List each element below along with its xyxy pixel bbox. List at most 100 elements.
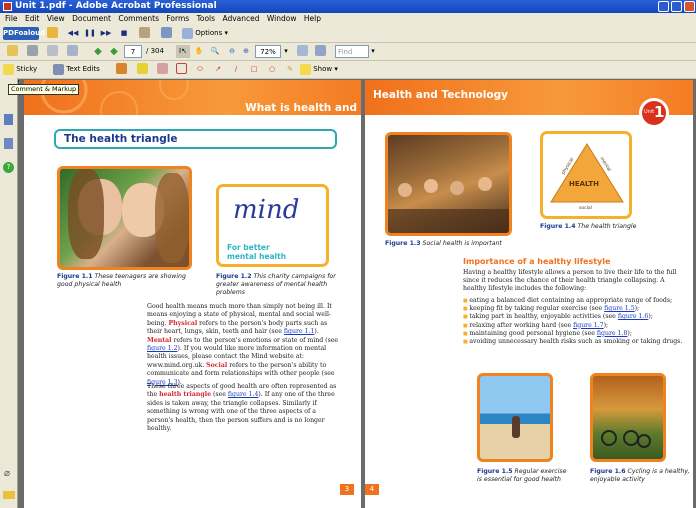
key-term: Mental — [147, 336, 172, 344]
figure-1-4-caption: Figure 1.4 The health triangle — [540, 223, 637, 230]
stamp-icon[interactable] — [112, 63, 130, 76]
key-term: Social — [206, 361, 228, 369]
page-number-3: 3 — [340, 484, 354, 495]
highlighter-icon[interactable] — [136, 63, 148, 76]
text-run: ); — [634, 305, 640, 313]
page-number-input[interactable]: 7 — [124, 45, 142, 58]
text-run: ); — [627, 329, 632, 337]
callout-icon[interactable] — [156, 63, 168, 76]
lifestyle-list-item: ■ taking part in healthy, enjoyable acti… — [463, 313, 689, 321]
pencil-icon[interactable]: ✎ — [284, 63, 296, 76]
forward-icon[interactable]: ▶▶ — [100, 27, 112, 40]
text-run: taking part in healthy, enjoyable activi… — [469, 313, 618, 321]
speaker-icon[interactable] — [46, 27, 58, 40]
minimize-button[interactable] — [658, 1, 669, 12]
menu-advanced[interactable]: Advanced — [222, 14, 259, 23]
text-run: relaxing after working hard (see — [469, 321, 574, 329]
maximize-button[interactable] — [671, 1, 682, 12]
figure-link[interactable]: figure 1.1 — [284, 328, 315, 335]
page4-header-band: Health and Technology Unit 1 — [365, 80, 693, 128]
previous-page-icon[interactable]: ◆ — [92, 45, 104, 58]
unit-badge: Unit 1 — [639, 98, 669, 128]
show-menu[interactable]: Show ▾ — [300, 63, 344, 76]
section-title: The health triangle — [64, 133, 178, 145]
title-bar: Unit 1.pdf - Adobe Acrobat Professional — [0, 0, 696, 13]
lifestyle-list-item: ■ maintaining good personal hygiene (see… — [463, 330, 689, 338]
settings-dropdown-icon[interactable] — [157, 27, 175, 40]
sticky-note-button[interactable]: Sticky Note — [3, 63, 49, 86]
health-triangle-box: HEALTH physical mental social — [540, 131, 632, 219]
text-run: eating a balanced diet containing an app… — [469, 297, 673, 304]
menu-help[interactable]: Help — [304, 14, 321, 23]
zoom-in-icon[interactable]: ⊕ — [240, 45, 252, 58]
page4-heading: Health and Technology — [373, 89, 508, 101]
figure-link[interactable]: figure 1.6 — [618, 313, 649, 320]
lifestyle-list: ■ eating a balanced diet containing an a… — [463, 297, 689, 346]
rectangle-icon[interactable]: □ — [248, 63, 260, 76]
save-icon[interactable] — [66, 45, 78, 58]
help-icon[interactable]: ? — [3, 162, 14, 173]
figure-link[interactable]: figure 1.8 — [597, 330, 628, 337]
hand-tool-icon[interactable]: ✋ — [192, 45, 206, 58]
lifestyle-section-title: Importance of a healthy lifestyle — [463, 257, 611, 266]
figure-link[interactable]: figure 1.5 — [604, 305, 635, 312]
cyclists-photo — [590, 373, 666, 462]
comment-toolbar: Sticky Note Text Edits ▾ ⬭ ↗ ∕ □ ○ ✎ Sho… — [0, 61, 696, 86]
page-total: / 304 — [146, 47, 164, 55]
menu-forms[interactable]: Forms — [166, 14, 189, 23]
find-dropdown-icon[interactable]: ▾ — [369, 45, 377, 58]
menu-comments[interactable]: Comments — [118, 14, 159, 23]
open-icon[interactable] — [6, 45, 18, 58]
find-input[interactable]: Find — [335, 45, 369, 58]
figure-link[interactable]: figure 1.2 — [147, 345, 178, 352]
oval-icon[interactable]: ○ — [266, 63, 278, 76]
file-toolbar: ◆ ◆ 7 / 304 I↖ ✋ 🔍 ⊖ ⊕ 72% ▾ Find ▾ — [0, 43, 696, 61]
text-edits-button[interactable]: Text Edits ▾ — [53, 63, 105, 86]
next-page-icon[interactable]: ◆ — [108, 45, 120, 58]
email-icon[interactable] — [46, 45, 58, 58]
pdf-page-3: What is health and technology? The healt… — [24, 80, 361, 508]
menu-edit[interactable]: Edit — [25, 14, 40, 23]
text-run: (see — [211, 391, 228, 399]
key-term: Physical — [168, 319, 198, 327]
attachments-icon[interactable]: ⌀ — [4, 468, 14, 480]
fit-width-icon[interactable] — [314, 45, 326, 58]
zoom-level-field[interactable]: 72% — [255, 45, 281, 58]
highlight-icon[interactable] — [138, 27, 150, 40]
signatures-icon[interactable] — [4, 138, 13, 149]
menu-window[interactable]: Window — [267, 14, 297, 23]
pause-icon[interactable]: ❚❚ — [84, 27, 96, 40]
health-paragraph-1: Good health means much more than simply … — [147, 303, 343, 387]
cloud-icon[interactable]: ⬭ — [194, 63, 206, 76]
page3-heading: What is health and technology? — [245, 102, 357, 126]
select-tool-icon[interactable]: I↖ — [176, 45, 190, 58]
figure-1-3-caption: Figure 1.3 Social health is important — [385, 240, 502, 247]
textbox-icon[interactable] — [175, 63, 187, 76]
social-photo — [385, 132, 512, 236]
zoom-out-icon[interactable]: ⊖ — [226, 45, 238, 58]
lifestyle-list-item: ■ avoiding unnecessary health risks such… — [463, 338, 689, 346]
teenagers-photo — [57, 166, 192, 270]
rewind-icon[interactable]: ◀◀ — [67, 27, 79, 40]
zoom-dropdown-icon[interactable]: ▾ — [282, 45, 290, 58]
acrobat-app-icon — [3, 2, 12, 11]
comments-icon[interactable] — [3, 491, 15, 499]
menu-tools[interactable]: Tools — [197, 14, 215, 23]
options-menu[interactable]: Options ▾ — [182, 27, 230, 40]
menu-view[interactable]: View — [47, 14, 65, 23]
arrow-icon[interactable]: ↗ — [212, 63, 224, 76]
figure-1-6-caption: Figure 1.6 Cycling is a healthy, enjoyab… — [590, 468, 690, 483]
stop-icon[interactable]: ■ — [118, 27, 130, 40]
close-button[interactable] — [684, 1, 695, 12]
figure-link[interactable]: figure 1.7 — [573, 322, 604, 329]
pages-icon[interactable] — [4, 114, 13, 125]
menu-document[interactable]: Document — [72, 14, 111, 23]
figure-link[interactable]: figure 1.4 — [228, 391, 259, 398]
fit-page-icon[interactable] — [296, 45, 308, 58]
triangle-bottom-label: social — [579, 206, 592, 211]
pdfaloud-logo: PDFoaloud — [3, 27, 45, 40]
zoom-tool-icon[interactable]: 🔍 — [208, 45, 222, 58]
print-icon[interactable] — [26, 45, 38, 58]
menu-file[interactable]: File — [5, 14, 18, 23]
line-icon[interactable]: ∕ — [230, 63, 242, 76]
